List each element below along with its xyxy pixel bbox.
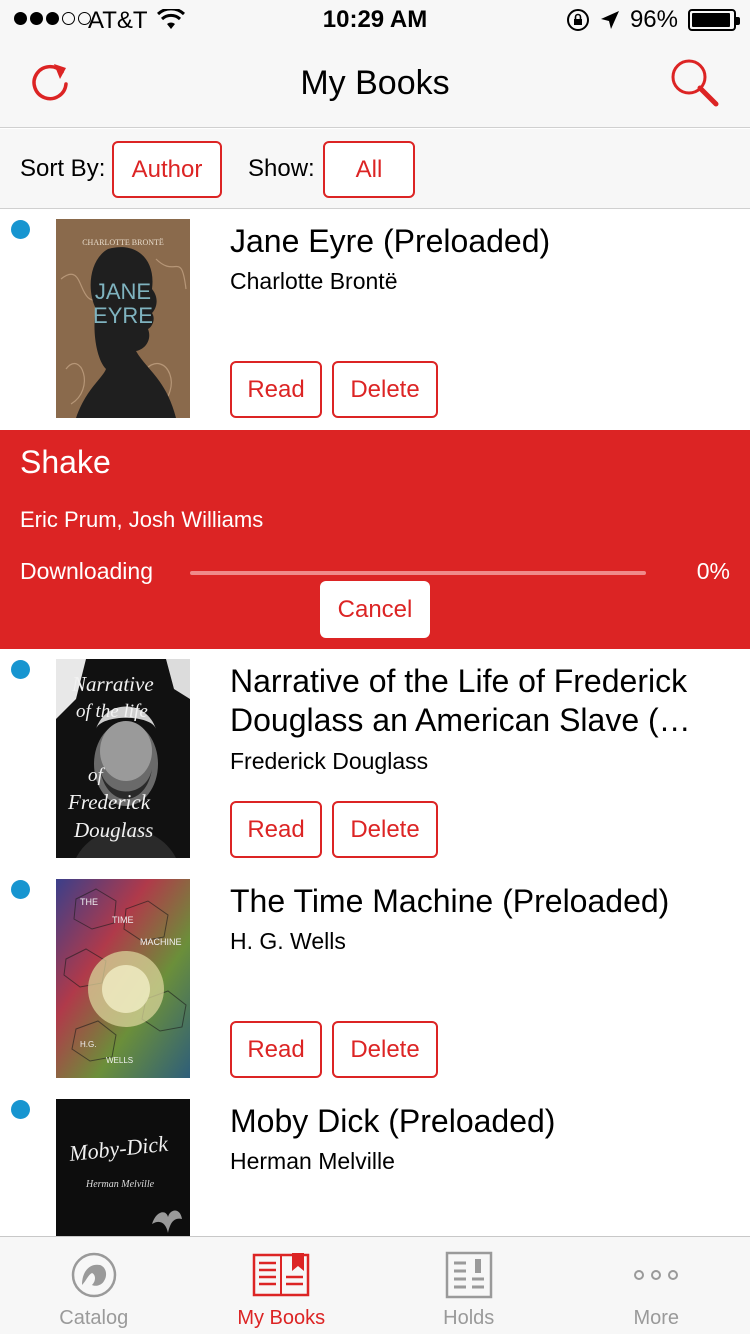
book-author: Herman Melville bbox=[230, 1148, 395, 1174]
download-status: Downloading bbox=[20, 558, 153, 584]
navigation-bar: My Books bbox=[0, 40, 750, 128]
book-list: CHARLOTTE BRONTË JANE EYRE Jane Eyre (Pr… bbox=[0, 210, 750, 1236]
rotation-lock-icon bbox=[566, 9, 589, 31]
cover-author: CHARLOTTE BRONTË bbox=[82, 238, 164, 247]
location-arrow-icon bbox=[600, 11, 619, 29]
sort-filter-bar: Sort By: Author Show: All bbox=[0, 129, 750, 209]
delete-button[interactable]: Delete bbox=[332, 361, 438, 418]
book-author: Frederick Douglass bbox=[230, 748, 429, 774]
cover-text-5: Douglass bbox=[73, 818, 153, 842]
list-item[interactable]: CHARLOTTE BRONTË JANE EYRE Jane Eyre (Pr… bbox=[0, 210, 750, 430]
search-icon[interactable] bbox=[668, 56, 722, 110]
read-button[interactable]: Read bbox=[230, 1021, 322, 1078]
battery-percent: 96% bbox=[629, 6, 678, 33]
more-dots-icon bbox=[634, 1270, 679, 1280]
cover-text-4: H.G. bbox=[80, 1040, 96, 1049]
show-label: Show: bbox=[248, 155, 315, 182]
delete-button[interactable]: Delete bbox=[332, 1021, 438, 1078]
sort-by-label: Sort By: bbox=[20, 155, 106, 182]
sort-author-button[interactable]: Author bbox=[112, 141, 222, 198]
tab-bar: Catalog My Books Holds More bbox=[0, 1236, 750, 1334]
delete-button[interactable]: Delete bbox=[332, 801, 438, 858]
book-author: H. G. Wells bbox=[230, 928, 346, 954]
cancel-download-button[interactable]: Cancel bbox=[320, 581, 430, 638]
list-item[interactable]: Narrative of the life of Frederick Dougl… bbox=[0, 650, 750, 870]
tab-label: Catalog bbox=[59, 1307, 129, 1329]
tab-more[interactable]: More bbox=[563, 1237, 750, 1334]
book-author: Charlotte Brontë bbox=[230, 268, 398, 294]
book-title[interactable]: Moby Dick (Preloaded) bbox=[230, 1102, 740, 1141]
cover-text-2: of the life bbox=[76, 701, 148, 722]
cover-title-line2: EYRE bbox=[93, 303, 153, 328]
downloading-item: Shake Eric Prum, Josh Williams Downloadi… bbox=[0, 430, 750, 649]
download-percent: 0% bbox=[696, 558, 730, 584]
tab-label: My Books bbox=[237, 1307, 326, 1329]
status-bar: AT&T 10:29 AM 96% bbox=[0, 0, 750, 40]
cover-text-1: Narrative bbox=[71, 672, 154, 696]
book-cover-moby-dick[interactable]: Moby-Dick Herman Melville bbox=[56, 1099, 190, 1236]
battery-icon bbox=[688, 9, 740, 31]
unread-indicator bbox=[11, 880, 30, 899]
tab-my-books[interactable]: My Books bbox=[188, 1237, 376, 1334]
list-item[interactable]: Moby-Dick Herman Melville Moby Dick (Pre… bbox=[0, 1090, 750, 1236]
book-cover-frederick-douglass[interactable]: Narrative of the life of Frederick Dougl… bbox=[56, 659, 190, 858]
cover-text-2: TIME bbox=[112, 915, 134, 925]
unread-indicator bbox=[11, 660, 30, 679]
download-book-title: Shake bbox=[20, 444, 111, 480]
page-title: My Books bbox=[300, 64, 450, 102]
holds-list-icon bbox=[445, 1251, 492, 1299]
tab-holds[interactable]: Holds bbox=[375, 1237, 563, 1334]
book-cover-time-machine[interactable]: THE TIME MACHINE H.G. WELLS bbox=[56, 879, 190, 1078]
book-bookmark-icon bbox=[253, 1253, 310, 1297]
cover-title-line1: JANE bbox=[95, 279, 151, 304]
download-progress-bar bbox=[190, 571, 646, 575]
download-book-author: Eric Prum, Josh Williams bbox=[20, 507, 264, 532]
book-title[interactable]: Jane Eyre (Preloaded) bbox=[230, 222, 740, 261]
unread-indicator bbox=[11, 1100, 30, 1119]
list-item[interactable]: THE TIME MACHINE H.G. WELLS The Time Mac… bbox=[0, 870, 750, 1090]
show-all-button[interactable]: All bbox=[323, 141, 415, 198]
cover-text-1: THE bbox=[80, 897, 98, 907]
cover-text-4: Frederick bbox=[67, 790, 151, 814]
book-title[interactable]: Narrative of the Life of Frederick Dougl… bbox=[230, 662, 740, 740]
read-button[interactable]: Read bbox=[230, 361, 322, 418]
cover-author: Herman Melville bbox=[85, 1179, 155, 1190]
tab-label: More bbox=[633, 1307, 680, 1329]
unread-indicator bbox=[11, 220, 30, 239]
tab-label: Holds bbox=[443, 1307, 495, 1329]
book-cover-jane-eyre[interactable]: CHARLOTTE BRONTË JANE EYRE bbox=[56, 219, 190, 418]
book-title[interactable]: The Time Machine (Preloaded) bbox=[230, 882, 740, 921]
tab-catalog[interactable]: Catalog bbox=[0, 1237, 188, 1334]
read-button[interactable]: Read bbox=[230, 801, 322, 858]
cover-text-3: MACHINE bbox=[140, 937, 182, 947]
lion-logo-icon bbox=[71, 1252, 116, 1298]
cover-text-5: WELLS bbox=[106, 1056, 133, 1065]
